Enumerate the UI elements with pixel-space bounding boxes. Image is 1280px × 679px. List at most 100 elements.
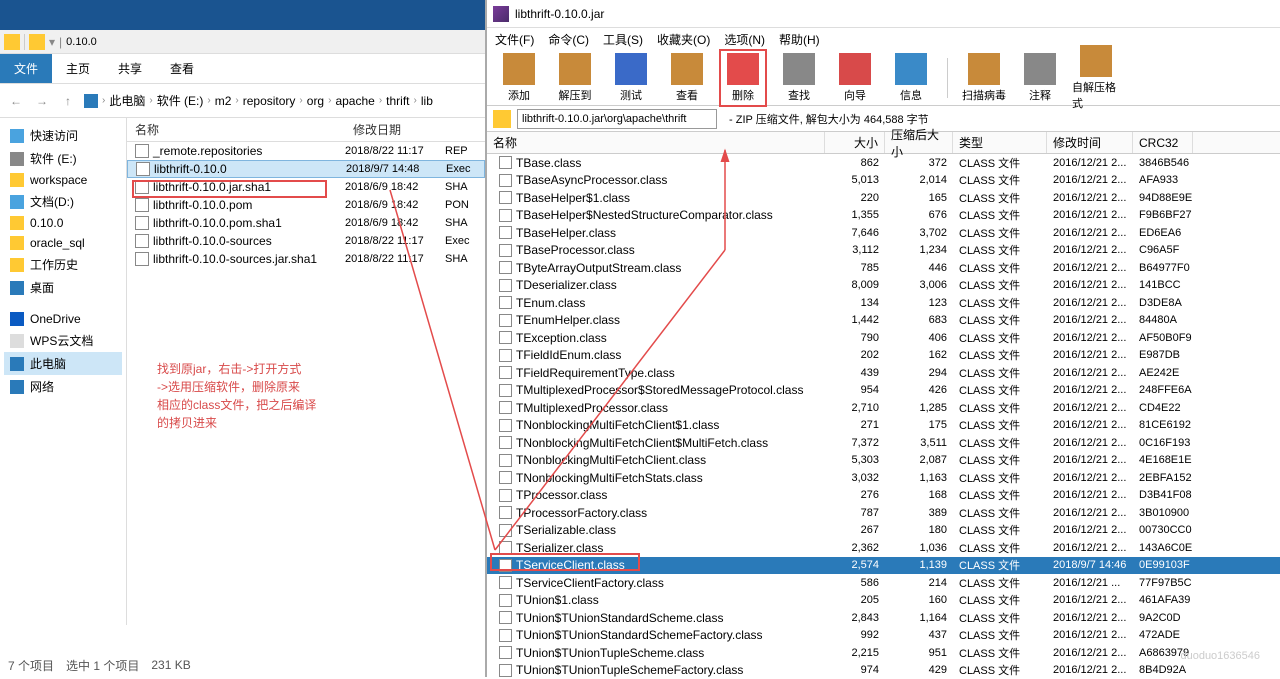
- archive-file-row[interactable]: TNonblockingMultiFetchClient$MultiFetch.…: [487, 434, 1280, 452]
- up-button[interactable]: ↑: [58, 91, 78, 111]
- address-input[interactable]: [517, 109, 717, 129]
- file-row[interactable]: libthrift-0.10.02018/9/7 14:48Exec: [127, 160, 485, 178]
- file-icon: [135, 252, 149, 266]
- toolbar-button-测试[interactable]: 测试: [607, 53, 655, 103]
- class-file-icon: [499, 629, 512, 642]
- archive-file-row[interactable]: TDeserializer.class8,0093,006CLASS 文件201…: [487, 277, 1280, 295]
- col-name[interactable]: 名称: [127, 121, 345, 138]
- archive-file-row[interactable]: TMultiplexedProcessor.class2,7101,285CLA…: [487, 399, 1280, 417]
- ribbon-tab[interactable]: 文件: [0, 54, 52, 83]
- archive-file-row[interactable]: TByteArrayOutputStream.class785446CLASS …: [487, 259, 1280, 277]
- toolbar-button-查看[interactable]: 查看: [663, 53, 711, 103]
- menu-item[interactable]: 工具(S): [603, 31, 643, 48]
- breadcrumb-item[interactable]: apache: [335, 94, 374, 108]
- archive-file-row[interactable]: TUnion$TUnionStandardScheme.class2,8431,…: [487, 609, 1280, 627]
- breadcrumb-item[interactable]: 软件 (E:): [157, 92, 204, 109]
- breadcrumb-item[interactable]: 此电脑: [109, 92, 145, 109]
- toolbar-button-删除[interactable]: 删除: [719, 49, 767, 107]
- folder-icon: [10, 216, 24, 230]
- breadcrumb-item[interactable]: lib: [421, 94, 433, 108]
- toolbar-button-信息[interactable]: 信息: [887, 53, 935, 103]
- archive-file-row[interactable]: TBaseAsyncProcessor.class5,0132,014CLASS…: [487, 172, 1280, 190]
- file-row[interactable]: _remote.repositories2018/8/22 11:17REP: [127, 142, 485, 160]
- col-date[interactable]: 修改日期: [345, 121, 445, 138]
- archive-file-row[interactable]: TUnion$TUnionTupleScheme.class2,215951CL…: [487, 644, 1280, 662]
- archive-file-row[interactable]: TProcessorFactory.class787389CLASS 文件201…: [487, 504, 1280, 522]
- archive-file-row[interactable]: TBaseProcessor.class3,1121,234CLASS 文件20…: [487, 242, 1280, 260]
- ribbon-tab[interactable]: 共享: [104, 54, 156, 83]
- toolbar-button-添加[interactable]: 添加: [495, 53, 543, 103]
- file-row[interactable]: libthrift-0.10.0-sources.jar.sha12018/8/…: [127, 250, 485, 268]
- class-file-icon: [499, 471, 512, 484]
- up-folder-icon[interactable]: [493, 110, 511, 128]
- archive-file-row[interactable]: TException.class790406CLASS 文件2016/12/21…: [487, 329, 1280, 347]
- back-button[interactable]: ←: [6, 91, 26, 111]
- file-row[interactable]: libthrift-0.10.0.pom2018/6/9 18:42PON: [127, 196, 485, 214]
- sidebar-item[interactable]: 网络: [4, 375, 122, 398]
- sidebar-item[interactable]: 软件 (E:): [4, 147, 122, 170]
- file-row[interactable]: libthrift-0.10.0-sources2018/8/22 11:17E…: [127, 232, 485, 250]
- breadcrumb-item[interactable]: repository: [243, 94, 296, 108]
- toolbar-button-查找[interactable]: 查找: [775, 53, 823, 103]
- archive-file-row[interactable]: TEnumHelper.class1,442683CLASS 文件2016/12…: [487, 312, 1280, 330]
- sidebar-item[interactable]: WPS云文档: [4, 329, 122, 352]
- menu-item[interactable]: 文件(F): [495, 31, 534, 48]
- archive-file-row[interactable]: TServiceClient.class2,5741,139CLASS 文件20…: [487, 557, 1280, 575]
- toolbar-button-注释[interactable]: 注释: [1016, 53, 1064, 103]
- breadcrumb[interactable]: › 此电脑›软件 (E:)›m2›repository›org›apache›t…: [84, 92, 433, 109]
- col-crc[interactable]: CRC32: [1133, 132, 1193, 153]
- archive-file-row[interactable]: TFieldRequirementType.class439294CLASS 文…: [487, 364, 1280, 382]
- ribbon-tab[interactable]: 查看: [156, 54, 208, 83]
- class-file-icon: [499, 611, 512, 624]
- col-size[interactable]: 大小: [825, 132, 885, 153]
- archive-file-row[interactable]: TProcessor.class276168CLASS 文件2016/12/21…: [487, 487, 1280, 505]
- archive-file-row[interactable]: TEnum.class134123CLASS 文件2016/12/21 2...…: [487, 294, 1280, 312]
- col-date[interactable]: 修改时间: [1047, 132, 1133, 153]
- archive-file-row[interactable]: TUnion$TUnionTupleSchemeFactory.class974…: [487, 662, 1280, 679]
- menu-item[interactable]: 帮助(H): [779, 31, 820, 48]
- sidebar-item[interactable]: 桌面: [4, 276, 122, 299]
- breadcrumb-item[interactable]: thrift: [386, 94, 409, 108]
- sidebar-item[interactable]: oracle_sql: [4, 233, 122, 253]
- archive-file-row[interactable]: TBaseHelper$1.class220165CLASS 文件2016/12…: [487, 189, 1280, 207]
- forward-button[interactable]: →: [32, 91, 52, 111]
- archive-info: - ZIP 压缩文件, 解包大小为 464,588 字节: [729, 111, 929, 127]
- sidebar-item[interactable]: 0.10.0: [4, 213, 122, 233]
- archive-file-row[interactable]: TBaseHelper.class7,6463,702CLASS 文件2016/…: [487, 224, 1280, 242]
- toolbar-button-扫描病毒[interactable]: 扫描病毒: [960, 53, 1008, 103]
- archive-file-row[interactable]: TNonblockingMultiFetchClient.class5,3032…: [487, 452, 1280, 470]
- sidebar-item[interactable]: OneDrive: [4, 309, 122, 329]
- col-type[interactable]: 类型: [953, 132, 1047, 153]
- archive-file-row[interactable]: TMultiplexedProcessor$StoredMessageProto…: [487, 382, 1280, 400]
- toolbar-button-解压到[interactable]: 解压到: [551, 53, 599, 103]
- menu-item[interactable]: 命令(C): [548, 31, 589, 48]
- file-row[interactable]: libthrift-0.10.0.pom.sha12018/6/9 18:42S…: [127, 214, 485, 232]
- archive-file-row[interactable]: TUnion$TUnionStandardSchemeFactory.class…: [487, 627, 1280, 645]
- archive-file-row[interactable]: TBaseHelper$NestedStructureComparator.cl…: [487, 207, 1280, 225]
- archive-file-row[interactable]: TBase.class862372CLASS 文件2016/12/21 2...…: [487, 154, 1280, 172]
- sidebar-item[interactable]: 快速访问: [4, 124, 122, 147]
- sidebar-item[interactable]: 工作历史: [4, 253, 122, 276]
- winrar-window: libthrift-0.10.0.jar 文件(F)命令(C)工具(S)收藏夹(…: [485, 0, 1280, 677]
- file-icon: [135, 144, 149, 158]
- breadcrumb-item[interactable]: m2: [215, 94, 232, 108]
- archive-file-row[interactable]: TSerializer.class2,3621,036CLASS 文件2016/…: [487, 539, 1280, 557]
- sidebar-item[interactable]: workspace: [4, 170, 122, 190]
- ribbon-tab[interactable]: 主页: [52, 54, 104, 83]
- sidebar-item[interactable]: 文档(D:): [4, 190, 122, 213]
- archive-file-row[interactable]: TFieldIdEnum.class202162CLASS 文件2016/12/…: [487, 347, 1280, 365]
- archive-file-row[interactable]: TUnion$1.class205160CLASS 文件2016/12/21 2…: [487, 592, 1280, 610]
- menu-item[interactable]: 选项(N): [724, 31, 765, 48]
- archive-file-row[interactable]: TNonblockingMultiFetchStats.class3,0321,…: [487, 469, 1280, 487]
- breadcrumb-item[interactable]: org: [307, 94, 324, 108]
- archive-file-row[interactable]: TSerializable.class267180CLASS 文件2016/12…: [487, 522, 1280, 540]
- archive-file-row[interactable]: TNonblockingMultiFetchClient$1.class2711…: [487, 417, 1280, 435]
- col-packed[interactable]: 压缩后大小: [885, 132, 953, 153]
- archive-file-row[interactable]: TServiceClientFactory.class586214CLASS 文…: [487, 574, 1280, 592]
- sidebar-item[interactable]: 此电脑: [4, 352, 122, 375]
- toolbar-button-自解压格式[interactable]: 自解压格式: [1072, 45, 1120, 111]
- menu-item[interactable]: 收藏夹(O): [657, 31, 710, 48]
- tool-icon: [559, 53, 591, 85]
- col-name[interactable]: 名称: [487, 132, 825, 153]
- toolbar-button-向导[interactable]: 向导: [831, 53, 879, 103]
